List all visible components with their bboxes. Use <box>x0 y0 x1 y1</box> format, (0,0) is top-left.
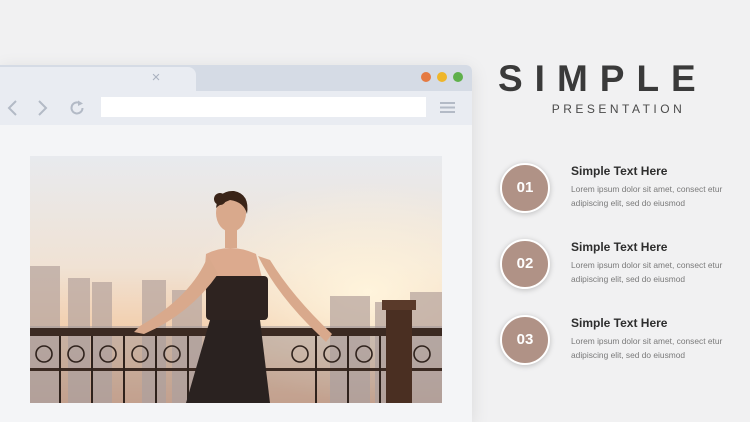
number-badge: 03 <box>500 315 550 365</box>
item-title: Simple Text Here <box>571 164 668 178</box>
close-icon[interactable]: × <box>149 70 163 85</box>
window-maximize-dot[interactable] <box>453 72 463 82</box>
item-description: Lorem ipsum dolor sit amet, consect etur… <box>571 336 723 360</box>
list-item: 02 Simple Text Here Lorem ipsum dolor si… <box>500 239 740 289</box>
address-bar[interactable] <box>101 97 426 117</box>
hamburger-menu-icon[interactable] <box>440 101 455 114</box>
chevron-right-icon[interactable] <box>34 99 50 117</box>
browser-title-bar: × <box>0 65 472 93</box>
slide-title: SIMPLE <box>498 58 708 99</box>
item-description: Lorem ipsum dolor sit amet, consect etur… <box>571 260 723 284</box>
hero-photo <box>30 156 442 403</box>
window-minimize-dot[interactable] <box>437 72 447 82</box>
browser-tab[interactable]: × <box>0 67 196 93</box>
number-badge: 01 <box>500 163 550 213</box>
browser-toolbar <box>0 91 472 125</box>
item-title: Simple Text Here <box>571 240 668 254</box>
window-close-dot[interactable] <box>421 72 431 82</box>
list-item: 01 Simple Text Here Lorem ipsum dolor si… <box>500 163 740 213</box>
chevron-left-icon[interactable] <box>5 99 21 117</box>
slide-subtitle: PRESENTATION <box>551 102 686 116</box>
item-title: Simple Text Here <box>571 316 668 330</box>
number-badge: 02 <box>500 239 550 289</box>
item-description: Lorem ipsum dolor sit amet, consect etur… <box>571 184 723 208</box>
reload-icon[interactable] <box>68 99 84 117</box>
list-item: 03 Simple Text Here Lorem ipsum dolor si… <box>500 315 740 365</box>
